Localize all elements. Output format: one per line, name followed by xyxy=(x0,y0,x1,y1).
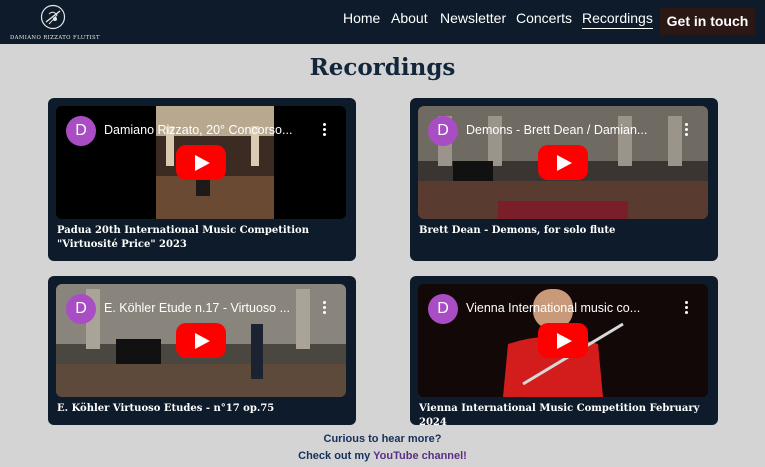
page-title: Recordings xyxy=(309,54,456,81)
nav-about[interactable]: About xyxy=(391,9,428,27)
video-card: D Vienna International music co... Vienn… xyxy=(410,276,718,428)
video-embed[interactable]: D Damiano Rizzato, 20° Concorso... xyxy=(56,106,346,219)
video-caption: Padua 20th International Music Competiti… xyxy=(57,225,309,250)
video-embed[interactable]: D E. Köhler Etude n.17 - Virtuoso ... xyxy=(56,284,346,397)
get-in-touch-button[interactable]: Get in touch xyxy=(660,8,755,35)
channel-avatar[interactable]: D xyxy=(66,294,96,324)
youtube-prompt: Check out my YouTube channel! xyxy=(0,450,765,462)
curious-text: Curious to hear more? xyxy=(323,433,442,445)
youtube-channel-link[interactable]: YouTube channel! xyxy=(373,450,467,462)
youtube-prompt-prefix: Check out my xyxy=(298,450,374,462)
kebab-menu-icon[interactable] xyxy=(680,121,692,141)
brand-logo[interactable]: DAMIANO RIZZATO FLUTIST xyxy=(10,4,100,42)
brand-name: DAMIANO RIZZATO FLUTIST xyxy=(10,35,100,41)
navbar: DAMIANO RIZZATO FLUTIST Home About Newsl… xyxy=(0,0,765,44)
play-icon[interactable] xyxy=(538,145,588,180)
play-icon[interactable] xyxy=(176,323,226,358)
video-card: D Demons - Brett Dean / Damian... Brett … xyxy=(410,98,718,261)
play-icon[interactable] xyxy=(176,145,226,180)
nav-newsletter[interactable]: Newsletter xyxy=(440,9,506,27)
nav-concerts[interactable]: Concerts xyxy=(516,9,572,27)
video-caption: Vienna International Music Competition F… xyxy=(419,403,700,428)
video-card: D Damiano Rizzato, 20° Concorso... Padua… xyxy=(48,98,356,261)
video-caption: E. Köhler Virtuoso Etudes - n°17 op.75 xyxy=(57,403,275,414)
nav-recordings[interactable]: Recordings xyxy=(582,9,653,29)
video-card: D E. Köhler Etude n.17 - Virtuoso ... E.… xyxy=(48,276,356,425)
channel-avatar[interactable]: D xyxy=(428,294,458,324)
video-caption: Brett Dean - Demons, for solo flute xyxy=(419,225,616,236)
play-icon[interactable] xyxy=(538,323,588,358)
channel-avatar[interactable]: D xyxy=(66,116,96,146)
video-title[interactable]: E. Köhler Etude n.17 - Virtuoso ... xyxy=(104,301,314,316)
video-title[interactable]: Damiano Rizzato, 20° Concorso... xyxy=(104,123,314,138)
video-title[interactable]: Vienna International music co... xyxy=(466,301,676,316)
video-title[interactable]: Demons - Brett Dean / Damian... xyxy=(466,123,676,138)
kebab-menu-icon[interactable] xyxy=(318,299,330,319)
kebab-menu-icon[interactable] xyxy=(680,299,692,319)
brand-logo-icon xyxy=(40,4,66,30)
kebab-menu-icon[interactable] xyxy=(318,121,330,141)
video-embed[interactable]: D Vienna International music co... xyxy=(418,284,708,397)
nav-home[interactable]: Home xyxy=(343,9,380,27)
channel-avatar[interactable]: D xyxy=(428,116,458,146)
video-embed[interactable]: D Demons - Brett Dean / Damian... xyxy=(418,106,708,219)
